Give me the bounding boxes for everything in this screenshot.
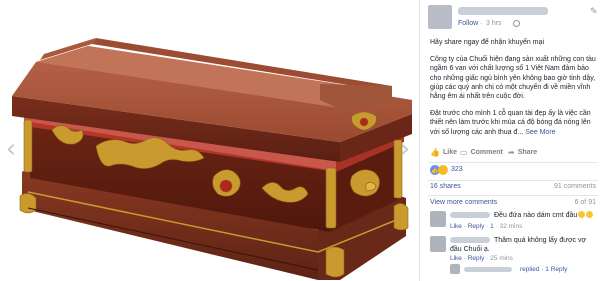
share-button[interactable]: ➦ Share: [508, 148, 537, 157]
commenter-avatar[interactable]: [430, 236, 446, 252]
comment-meta: Like · Reply · 1 · 32 mins: [450, 223, 523, 230]
action-bar: 👍 Like ▭ Comment ➦ Share: [428, 148, 598, 160]
divider: [428, 195, 598, 196]
author-name-blurred[interactable]: [458, 7, 548, 15]
laughing-emoji-icon: [586, 211, 594, 218]
commenter-avatar[interactable]: [430, 211, 446, 227]
comment-text: Đều đứa nào dám cmt đầu: [494, 211, 594, 220]
laughing-emoji-icon: [578, 211, 586, 218]
comments-count[interactable]: 91 comments: [554, 183, 596, 190]
comments-pagination: 6 of 91: [574, 199, 596, 206]
comment-reply-link[interactable]: Reply: [468, 223, 485, 230]
commenter-name-blurred[interactable]: [450, 237, 490, 243]
shares-count-link[interactable]: 16 shares: [430, 183, 461, 190]
divider: [428, 162, 598, 163]
comment-item: Thăm quá không lấy được vợ đầu Chuối ạ. …: [430, 236, 598, 264]
comment-time[interactable]: 25 mins: [490, 255, 513, 262]
next-photo-chevron-icon[interactable]: ›: [396, 132, 414, 166]
post-stats: 16 shares 91 comments: [428, 183, 598, 193]
thumbs-up-icon: 👍: [430, 148, 440, 157]
share-label: Share: [517, 149, 538, 156]
commenter-name-blurred[interactable]: [450, 212, 490, 218]
previous-photo-chevron-icon[interactable]: ‹: [2, 132, 20, 166]
like-button[interactable]: 👍 Like: [430, 148, 457, 157]
comment-like-link[interactable]: Like: [450, 223, 462, 230]
coffin-image: [12, 38, 412, 280]
speech-bubble-icon: ▭: [460, 148, 468, 157]
comment-text-line1: Thăm quá không lấy được vợ: [494, 237, 587, 244]
view-more-row: View more comments 6 of 91: [428, 199, 598, 209]
comment-like-count[interactable]: 1: [490, 223, 494, 230]
comment-text-content: Đều đứa nào dám cmt đầu: [494, 212, 578, 219]
haha-reaction-icon: [438, 165, 448, 175]
post-timestamp[interactable]: 3 hrs: [486, 20, 502, 27]
post-header: Follow · 3 hrs ✎: [428, 5, 598, 31]
post-paragraph: Đặt trước cho mình 1 cỗ quan tài đẹp ấy …: [430, 109, 598, 137]
reactions-summary[interactable]: 👍 323: [428, 164, 598, 178]
post-paragraph-text: Đặt trước cho mình 1 cỗ quan tài đẹp ấy …: [430, 110, 591, 136]
separator-dot: ·: [480, 20, 483, 27]
replies-row[interactable]: replied · 1 Reply: [450, 264, 598, 276]
view-more-comments-link[interactable]: View more comments: [430, 199, 497, 206]
replier-name-blurred: [464, 267, 512, 272]
reaction-count: 323: [451, 166, 463, 173]
author-avatar[interactable]: [428, 5, 452, 29]
replier-avatar: [450, 264, 460, 274]
globe-icon: [513, 20, 520, 27]
post-panel: Follow · 3 hrs ✎ Hãy share ngay để nhận …: [419, 0, 600, 281]
like-label: Like: [442, 149, 457, 156]
replies-link[interactable]: replied · 1 Reply: [520, 266, 567, 273]
comment-item: Đều đứa nào dám cmt đầu Like · Reply · 1…: [430, 211, 598, 233]
post-photo[interactable]: ‹ ›: [0, 0, 419, 281]
post-body: Hãy share ngay để nhận khuyến mại Công t…: [430, 38, 598, 145]
comment-like-link[interactable]: Like: [450, 255, 462, 262]
comment-label: Comment: [470, 149, 503, 156]
divider: [428, 180, 598, 181]
comment-meta: Like · Reply · 25 mins: [450, 255, 513, 262]
comment-text-line2: đầu Chuối ạ.: [450, 246, 490, 253]
follow-link[interactable]: Follow: [458, 20, 478, 27]
pencil-icon[interactable]: ✎: [590, 7, 598, 17]
comment-button[interactable]: ▭ Comment: [460, 148, 503, 157]
see-more-link[interactable]: See More: [525, 129, 555, 136]
comment-reply-link[interactable]: Reply: [468, 255, 485, 262]
comment-time[interactable]: 32 mins: [500, 223, 523, 230]
share-arrow-icon: ➦: [508, 148, 515, 157]
post-paragraph: Hãy share ngay để nhận khuyến mại: [430, 39, 545, 46]
post-paragraph: Công ty của Chuối hiện đang sản xuất nhữ…: [430, 56, 596, 101]
